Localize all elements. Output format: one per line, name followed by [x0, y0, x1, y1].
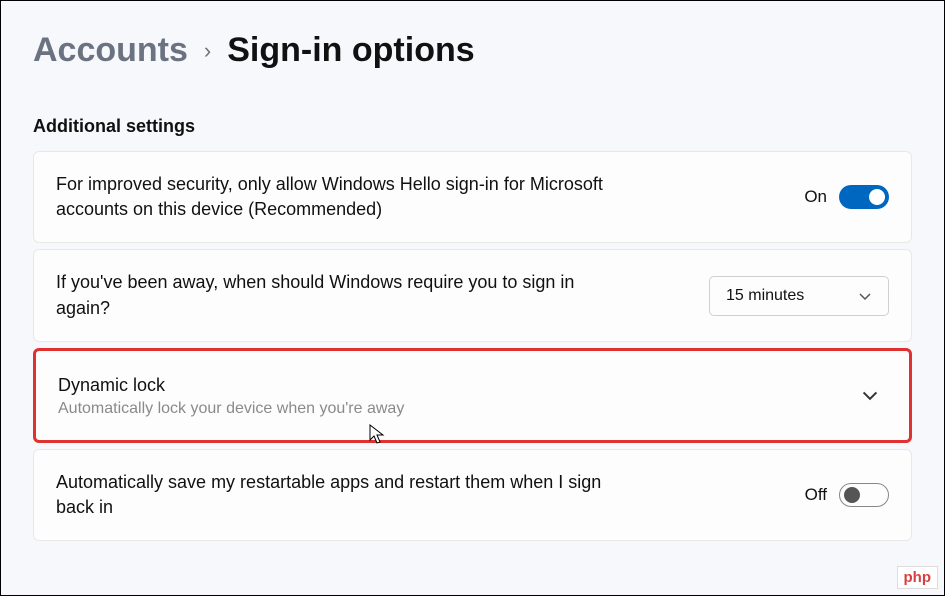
setting-text: If you've been away, when should Windows…	[56, 270, 689, 320]
setting-control	[861, 386, 887, 404]
setting-text: Dynamic lock Automatically lock your dev…	[58, 373, 841, 418]
toggle-knob	[844, 487, 860, 503]
toggle-knob	[869, 189, 885, 205]
watermark: php	[897, 566, 939, 589]
setting-text: Automatically save my restartable apps a…	[56, 470, 785, 520]
toggle-state-label: Off	[805, 485, 827, 505]
breadcrumb-parent[interactable]: Accounts	[33, 31, 188, 70]
setting-dynamic-lock[interactable]: Dynamic lock Automatically lock your dev…	[33, 348, 912, 443]
dropdown-selected: 15 minutes	[726, 287, 804, 305]
section-header: Additional settings	[33, 116, 912, 137]
chevron-right-icon: ›	[204, 38, 211, 64]
hello-signin-toggle[interactable]	[839, 185, 889, 209]
restartable-apps-toggle[interactable]	[839, 483, 889, 507]
setting-subtitle: Automatically lock your device when you'…	[58, 400, 841, 418]
setting-title: If you've been away, when should Windows…	[56, 270, 616, 320]
toggle-state-label: On	[804, 187, 827, 207]
setting-require-signin: If you've been away, when should Windows…	[33, 249, 912, 341]
setting-title: For improved security, only allow Window…	[56, 172, 616, 222]
breadcrumb: Accounts › Sign-in options	[33, 31, 912, 70]
setting-text: For improved security, only allow Window…	[56, 172, 784, 222]
setting-restartable-apps: Automatically save my restartable apps a…	[33, 449, 912, 541]
watermark-text: php	[904, 569, 932, 586]
setting-title: Automatically save my restartable apps a…	[56, 470, 616, 520]
breadcrumb-current: Sign-in options	[227, 31, 474, 70]
setting-control: 15 minutes	[709, 276, 889, 316]
require-signin-dropdown[interactable]: 15 minutes	[709, 276, 889, 316]
chevron-down-icon[interactable]	[861, 386, 879, 404]
chevron-down-icon	[858, 289, 872, 303]
setting-control: On	[804, 185, 889, 209]
setting-hello-signin: For improved security, only allow Window…	[33, 151, 912, 243]
setting-control: Off	[805, 483, 889, 507]
setting-title: Dynamic lock	[58, 373, 841, 398]
